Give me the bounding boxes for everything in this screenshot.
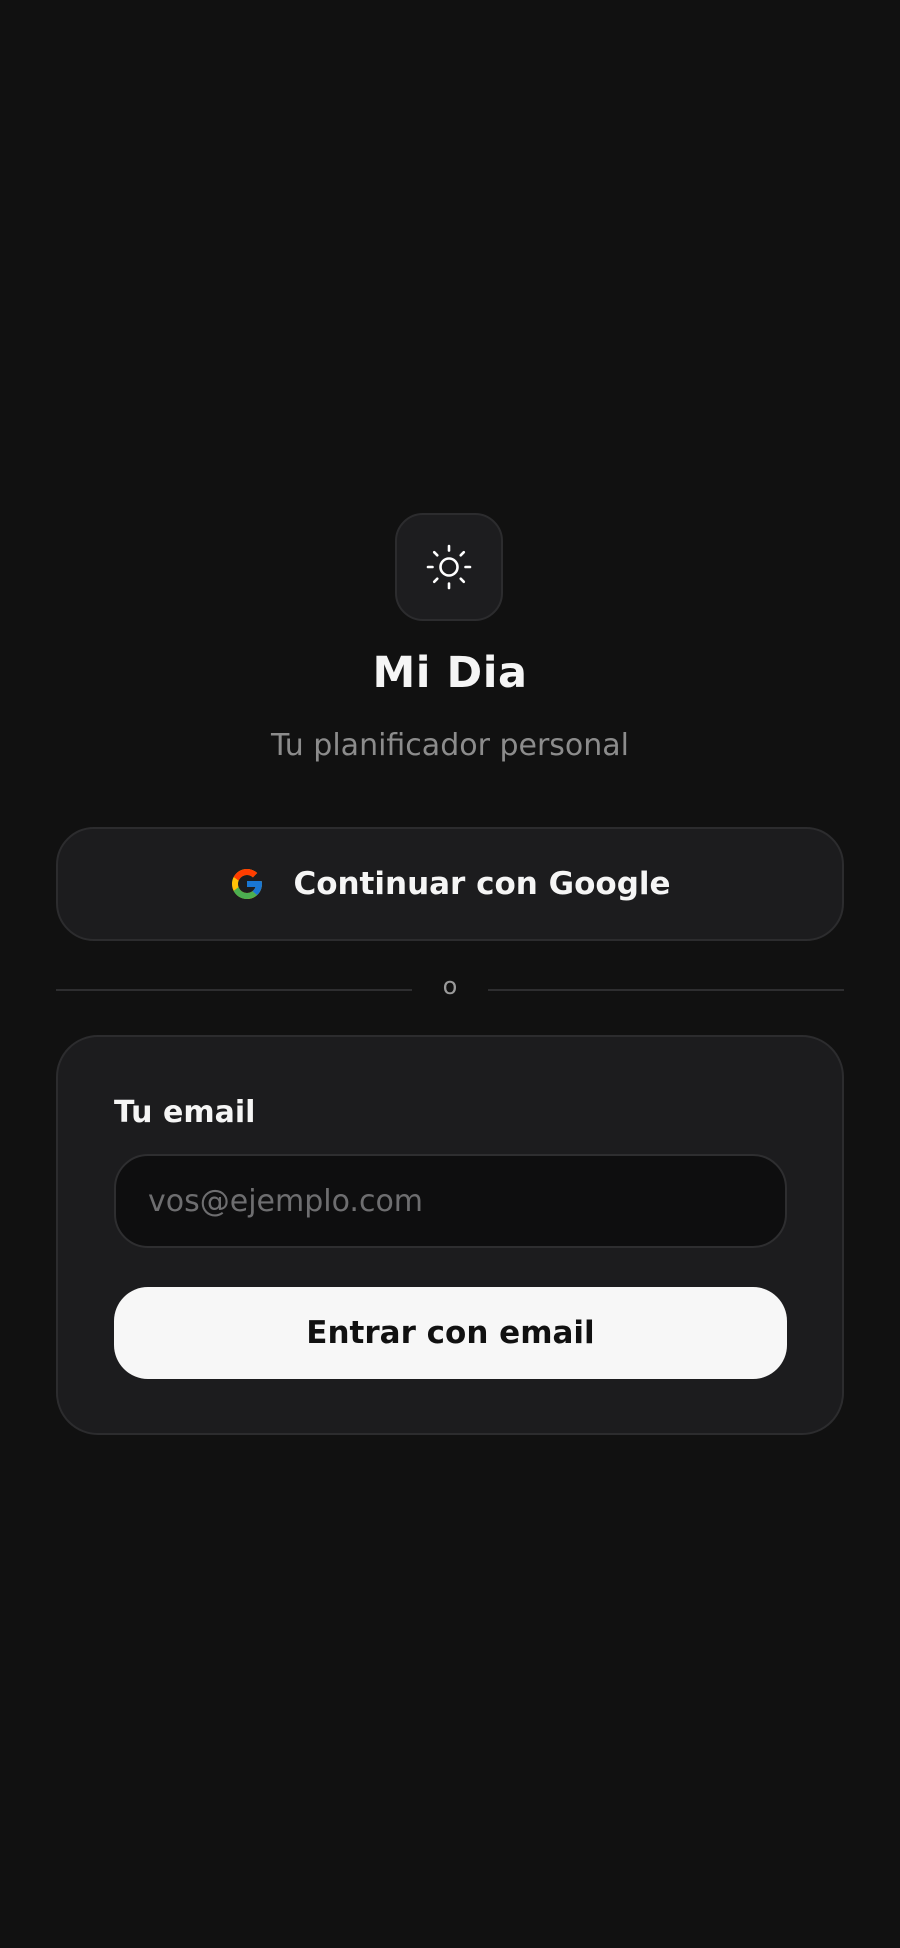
email-field-label: Tu email	[114, 1095, 256, 1130]
email-field[interactable]	[114, 1154, 787, 1248]
divider-line-left	[56, 989, 412, 991]
google-login-label: Continuar con Google	[293, 866, 671, 902]
email-login-button[interactable]: Entrar con email	[114, 1287, 787, 1379]
google-icon	[232, 869, 263, 899]
email-login-card: Tu email Entrar con email	[56, 1035, 844, 1435]
divider-line-right	[488, 989, 844, 991]
divider-text: o	[442, 972, 458, 1000]
app-title: Mi Dia	[372, 648, 528, 698]
sun-icon	[426, 544, 472, 590]
app-subtitle: Tu planificador personal	[270, 728, 630, 763]
google-login-button[interactable]: Continuar con Google	[56, 827, 844, 941]
login-screen: Mi Dia Tu planificador personal Continua…	[0, 0, 900, 1948]
app-logo	[395, 513, 503, 621]
